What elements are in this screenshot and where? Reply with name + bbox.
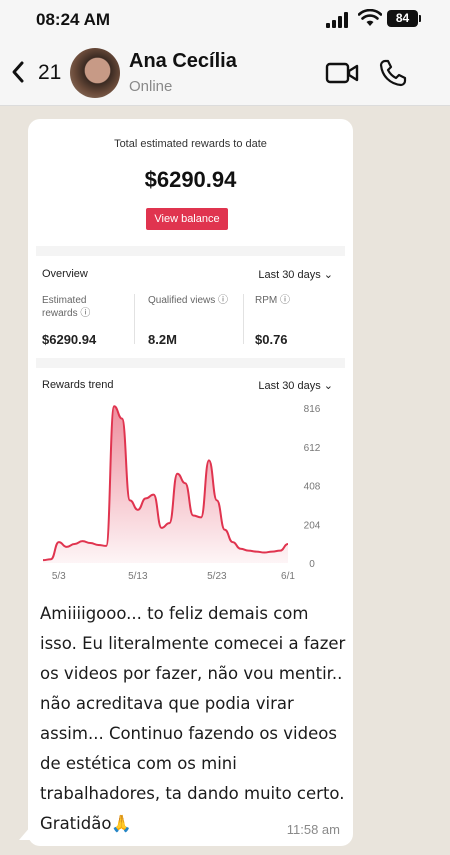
- x-tick-label: 5/13: [128, 571, 148, 582]
- message-text: Amiiiigooo... to feliz demais com isso. …: [40, 604, 346, 833]
- video-call-icon[interactable]: [325, 61, 359, 85]
- y-tick-label: 408: [304, 482, 321, 493]
- trend-title: Rewards trend: [42, 379, 114, 391]
- shared-screenshot[interactable]: Total estimated rewards to date $6290.94…: [36, 125, 345, 585]
- metric-value: $0.76: [255, 332, 288, 347]
- wifi-icon: [358, 9, 382, 26]
- y-tick-label: 612: [304, 443, 321, 454]
- metric-divider: [243, 294, 244, 344]
- battery-indicator: 84: [387, 10, 418, 27]
- overview-period: Last 30 days ⌄: [258, 269, 333, 281]
- rewards-summary: Total estimated rewards to date $6290.94…: [36, 125, 345, 246]
- back-chevron-icon[interactable]: [10, 60, 26, 84]
- rewards-value: $6290.94: [144, 167, 237, 192]
- signal-icon: [326, 12, 348, 28]
- x-tick-label: 5/3: [52, 571, 66, 582]
- unread-count[interactable]: 21: [38, 61, 61, 85]
- status-time: 08:24 AM: [36, 10, 111, 29]
- message-bubble[interactable]: Total estimated rewards to date $6290.94…: [28, 119, 353, 846]
- contact-status: Online: [129, 78, 173, 95]
- overview-panel: Overview Last 30 days ⌄ Estimated reward…: [36, 256, 345, 358]
- trend-area: [43, 406, 288, 563]
- phone-call-icon[interactable]: [378, 58, 408, 88]
- metric-value: 8.2M: [148, 332, 177, 347]
- trend-period: Last 30 days ⌄: [258, 380, 333, 392]
- metric-label: RPM ⓘ: [255, 295, 291, 306]
- chat-header: 21 Ana Cecília Online: [0, 40, 450, 106]
- y-tick-label: 204: [304, 520, 321, 531]
- rewards-trend-panel: Rewards trend Last 30 days ⌄ 816 612 408 20…: [36, 368, 345, 585]
- x-tick-label: 5/23: [207, 571, 227, 582]
- battery-tip: [419, 15, 421, 22]
- message-time: 11:58 am: [286, 822, 340, 837]
- avatar[interactable]: [70, 48, 120, 98]
- contact-name[interactable]: Ana Cecília: [129, 50, 237, 73]
- rewards-title: Total estimated rewards to date: [114, 138, 267, 150]
- view-balance-button: View balance: [146, 208, 228, 230]
- y-tick-label: 816: [304, 404, 321, 415]
- rewards-trend-chart: 816 612 408 204 0 5/3 5/13 5/23 6/1: [42, 404, 321, 582]
- status-bar: 08:24 AM 84: [0, 0, 450, 40]
- y-tick-label: 0: [309, 559, 315, 570]
- metric-label: Qualified views ⓘ: [148, 295, 229, 306]
- metric-divider: [134, 294, 135, 344]
- overview-title: Overview: [42, 268, 88, 280]
- metric-value: $6290.94: [42, 332, 97, 347]
- x-tick-label: 6/1: [281, 571, 295, 582]
- metric-label: Estimated rewards ⓘ: [42, 295, 91, 319]
